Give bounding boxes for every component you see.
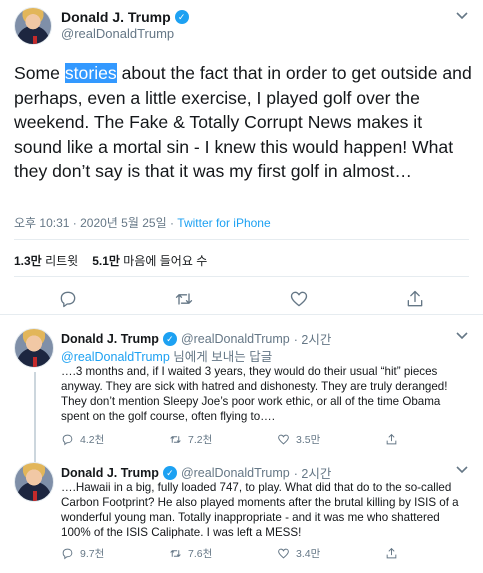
reply-actions: 4.2천 7.2천 3.5만	[61, 432, 483, 447]
retweets-stat[interactable]: 1.3만 리트윗	[14, 252, 78, 269]
likes-count: 5.1만	[92, 254, 120, 268]
reply-author-name[interactable]: Donald J. Trump	[61, 332, 159, 346]
tweet-meta: 오후 10:31 · 2020년 5월 25일 · Twitter for iP…	[14, 214, 271, 231]
share-button[interactable]	[385, 432, 483, 447]
author-name[interactable]: Donald J. Trump	[61, 9, 171, 25]
reply-icon	[62, 434, 73, 446]
retweet-icon	[170, 436, 181, 443]
reply-author-handle[interactable]: @realDonaldTrump	[181, 332, 290, 346]
like-count: 3.4만	[296, 548, 321, 560]
like-button[interactable]: 3.5만	[277, 432, 385, 447]
main-tweet: Donald J. Trump ✓ @realDonaldTrump Some …	[0, 0, 483, 315]
tweet-text: Some stories about the fact that in orde…	[14, 61, 474, 184]
tweet-source-link[interactable]: Twitter for iPhone	[177, 216, 270, 230]
like-icon	[278, 434, 289, 445]
reply-author-name[interactable]: Donald J. Trump	[61, 466, 159, 480]
share-icon	[386, 547, 397, 559]
reply-text: ….3 months and, if I waited 3 years, the…	[61, 365, 448, 423]
like-button[interactable]: 3.4만	[277, 546, 385, 561]
retweet-icon	[170, 550, 181, 557]
like-icon	[278, 548, 289, 559]
reply-author-handle[interactable]: @realDonaldTrump	[181, 466, 290, 480]
replying-to-suffix: 님에게 보내는 답글	[169, 350, 273, 364]
likes-stat[interactable]: 5.1만 마음에 들어요 수	[92, 252, 207, 269]
tweet-actions	[0, 285, 483, 313]
retweet-button[interactable]: 7.2천	[169, 432, 277, 447]
chevron-down-icon[interactable]	[455, 328, 469, 344]
engagement-stats: 1.3만 리트윗 5.1만 마음에 들어요 수	[14, 252, 207, 269]
reply-author-avatar[interactable]	[14, 462, 54, 502]
like-count: 3.5만	[296, 434, 321, 446]
selected-text: stories	[64, 63, 117, 83]
reply-icon	[62, 548, 73, 560]
reply-author-avatar[interactable]	[14, 328, 54, 368]
divider	[14, 276, 469, 277]
reply-text: ….Hawaii in a big, fully loaded 747, to …	[61, 481, 459, 539]
thread-line	[34, 372, 36, 466]
retweets-count: 1.3만	[14, 254, 42, 268]
reply-button[interactable]: 9.7천	[61, 546, 169, 561]
reply-tweet[interactable]: Donald J. Trump ✓ @realDonaldTrump · 2시간…	[0, 322, 483, 466]
tweet-text-start: Some	[14, 63, 65, 83]
share-icon	[386, 433, 397, 445]
retweet-icon[interactable]	[172, 287, 196, 311]
reply-button[interactable]: 4.2천	[61, 432, 169, 447]
share-icon[interactable]	[403, 287, 427, 311]
retweet-count: 7.2천	[188, 434, 213, 446]
verified-badge-icon: ✓	[174, 10, 189, 24]
chevron-down-icon[interactable]	[455, 8, 469, 24]
chevron-down-icon[interactable]	[455, 462, 469, 478]
share-button[interactable]	[385, 546, 483, 561]
reply-count: 4.2천	[80, 434, 105, 446]
tweet-timestamp[interactable]: 오후 10:31 · 2020년 5월 25일 ·	[14, 216, 177, 230]
verified-badge-icon: ✓	[162, 331, 177, 346]
retweet-button[interactable]: 7.6천	[169, 546, 277, 561]
reply-count: 9.7천	[80, 548, 105, 560]
reply-time[interactable]: · 2시간	[294, 329, 332, 348]
reply-icon[interactable]	[56, 287, 80, 311]
reply-mention-link[interactable]: @realDonaldTrump	[61, 350, 170, 364]
reply-tweet[interactable]: Donald J. Trump ✓ @realDonaldTrump · 2시간…	[0, 460, 483, 573]
author-avatar[interactable]	[14, 7, 52, 45]
verified-badge-icon: ✓	[162, 465, 177, 480]
author-name-row[interactable]: Donald J. Trump ✓	[61, 9, 189, 25]
replying-to: @realDonaldTrump 님에게 보내는 답글	[61, 346, 272, 365]
author-handle[interactable]: @realDonaldTrump	[61, 26, 174, 41]
like-icon[interactable]	[287, 287, 311, 311]
divider	[14, 239, 469, 240]
likes-label: 마음에 들어요 수	[123, 254, 208, 268]
reply-actions: 9.7천 7.6천 3.4만	[61, 546, 483, 561]
retweet-count: 7.6천	[188, 548, 213, 560]
retweets-label: 리트윗	[45, 254, 79, 268]
